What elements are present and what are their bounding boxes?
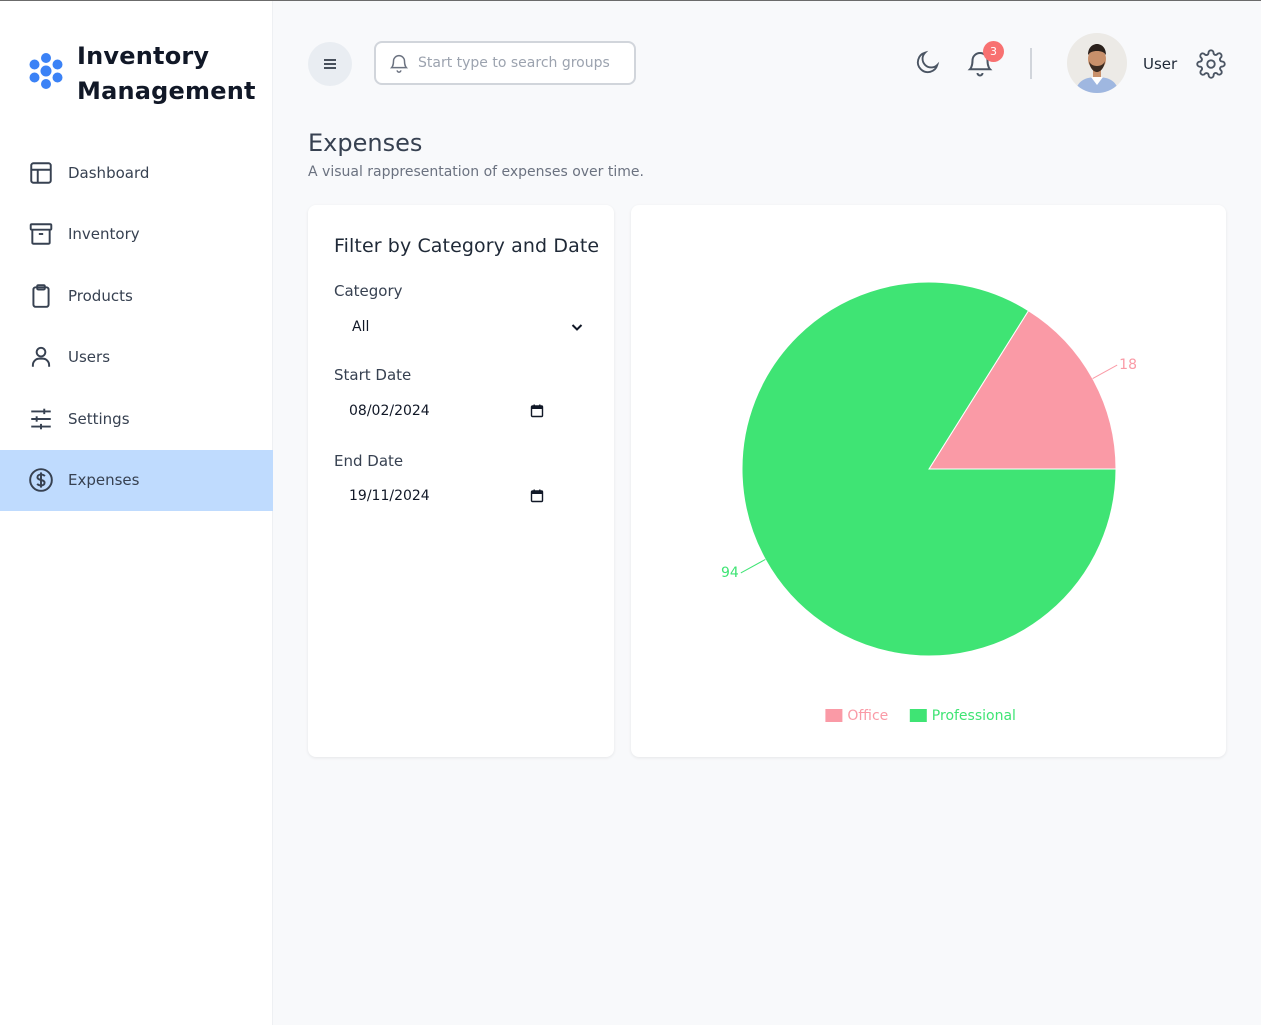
filter-title: Filter by Category and Date bbox=[334, 235, 600, 257]
menu-icon bbox=[324, 59, 336, 69]
sidebar-item-products[interactable]: Products bbox=[0, 265, 273, 327]
end-date-value: 19/11/2024 bbox=[349, 488, 430, 504]
dark-mode-toggle[interactable] bbox=[912, 46, 944, 78]
pie-data-label: 94 bbox=[721, 565, 739, 581]
sliders-icon bbox=[31, 408, 51, 430]
start-date-value: 08/02/2024 bbox=[349, 403, 430, 419]
start-date-label: Start Date bbox=[334, 366, 412, 384]
pie-label-line bbox=[740, 559, 766, 574]
pie-data-label: 18 bbox=[1119, 357, 1137, 373]
end-date-label: End Date bbox=[334, 452, 404, 470]
legend-swatch-office[interactable] bbox=[825, 709, 843, 722]
sidebar-nav: Dashboard Inventory Products Users Setti… bbox=[0, 142, 273, 511]
chevron-down-icon bbox=[571, 324, 583, 331]
brand[interactable]: Inventory Management bbox=[26, 39, 256, 109]
sidebar-item-label: Settings bbox=[68, 409, 130, 428]
legend-label-professional[interactable]: Professional bbox=[932, 708, 1016, 724]
search-input[interactable] bbox=[418, 55, 618, 71]
user-icon bbox=[31, 347, 51, 367]
category-label: Category bbox=[334, 282, 403, 300]
notification-badge: 3 bbox=[983, 41, 1004, 62]
filter-card: Filter by Category and Date Category All… bbox=[308, 205, 614, 757]
clipboard-icon bbox=[32, 283, 50, 308]
settings-button[interactable] bbox=[1195, 48, 1227, 80]
username[interactable]: User bbox=[1143, 55, 1177, 73]
sidebar-item-label: Inventory bbox=[68, 225, 140, 244]
avatar[interactable] bbox=[1067, 33, 1127, 93]
expenses-pie-chart: 18 94 Office Professional bbox=[721, 281, 1137, 724]
sidebar-item-label: Expenses bbox=[68, 471, 140, 490]
sidebar-item-dashboard[interactable]: Dashboard bbox=[0, 142, 273, 204]
sidebar: Inventory Management Dashboard Inventory… bbox=[0, 1, 273, 1025]
pie-label-line bbox=[1092, 364, 1118, 379]
app-title-line2: Management bbox=[77, 77, 256, 105]
end-date-input[interactable]: 19/11/2024 bbox=[334, 482, 544, 510]
legend-swatch-professional[interactable] bbox=[909, 709, 927, 722]
calendar-icon[interactable] bbox=[530, 489, 544, 503]
app-title: Inventory Management bbox=[77, 39, 256, 109]
sidebar-item-label: Products bbox=[68, 286, 133, 305]
app-title-line1: Inventory bbox=[77, 42, 210, 70]
page-title: Expenses bbox=[308, 129, 423, 157]
page-subtitle: A visual rappresentation of expenses ove… bbox=[308, 164, 644, 180]
chart-card: 18 94 Office Professional bbox=[631, 205, 1226, 757]
sidebar-item-label: Users bbox=[68, 348, 111, 367]
sidebar-item-users[interactable]: Users bbox=[0, 327, 273, 389]
layout-icon bbox=[30, 162, 52, 184]
sidebar-item-label: Dashboard bbox=[68, 163, 150, 182]
sidebar-item-settings[interactable]: Settings bbox=[0, 388, 273, 450]
header-divider bbox=[1030, 48, 1032, 79]
sidebar-item-expenses[interactable]: Expenses bbox=[0, 449, 273, 511]
menu-toggle-button[interactable] bbox=[308, 42, 352, 86]
calendar-icon[interactable] bbox=[530, 404, 544, 418]
moon-icon bbox=[916, 50, 940, 74]
category-value: All bbox=[352, 319, 370, 335]
circle-dollar-icon bbox=[29, 468, 53, 493]
archive-icon bbox=[29, 223, 53, 245]
legend-label-office[interactable]: Office bbox=[847, 708, 888, 724]
logo-icon bbox=[29, 53, 63, 89]
start-date-input[interactable]: 08/02/2024 bbox=[334, 397, 544, 425]
gear-icon bbox=[1196, 49, 1226, 79]
sidebar-item-inventory[interactable]: Inventory bbox=[0, 204, 273, 266]
avatar-image bbox=[1067, 33, 1127, 93]
bell-icon bbox=[389, 55, 409, 73]
category-select[interactable]: All bbox=[334, 313, 588, 341]
search-box[interactable] bbox=[374, 41, 636, 85]
